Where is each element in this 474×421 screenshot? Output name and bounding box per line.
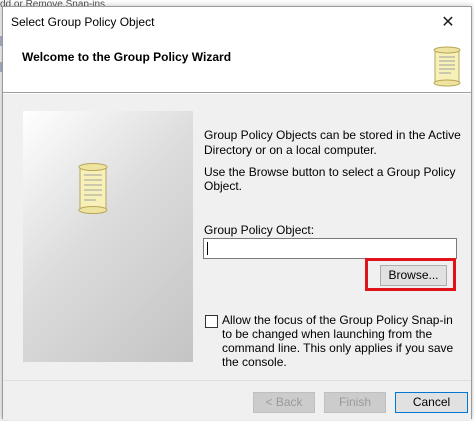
- select-gpo-dialog: Select Group Policy Object ✕ Welcome to …: [2, 6, 472, 420]
- wizard-title: Welcome to the Group Policy Wizard: [22, 50, 232, 64]
- allow-focus-checkbox[interactable]: [205, 315, 218, 328]
- wizard-body: Group Policy Objects can be stored in th…: [3, 94, 471, 380]
- cancel-button[interactable]: Cancel: [395, 392, 468, 413]
- scroll-icon: [433, 46, 461, 87]
- gpo-input[interactable]: [203, 238, 457, 259]
- close-icon[interactable]: ✕: [425, 7, 471, 37]
- scroll-icon: [78, 163, 108, 214]
- window-title: Select Group Policy Object: [11, 15, 155, 29]
- wizard-side-panel: [23, 111, 193, 362]
- finish-button[interactable]: Finish: [324, 392, 386, 413]
- info-text: Group Policy Objects can be stored in th…: [204, 128, 461, 157]
- title-bar: Select Group Policy Object ✕: [3, 7, 471, 37]
- gpo-label: Group Policy Object:: [204, 223, 315, 237]
- browse-hint-text: Use the Browse button to select a Group …: [204, 165, 456, 193]
- wizard-footer: < Back Finish Cancel: [3, 380, 471, 420]
- allow-focus-label: Allow the focus of the Group Policy Snap…: [222, 313, 454, 369]
- browse-button[interactable]: Browse...: [380, 265, 447, 286]
- text-caret: [207, 242, 208, 255]
- wizard-header: Welcome to the Group Policy Wizard: [3, 37, 471, 93]
- back-button[interactable]: < Back: [253, 392, 315, 413]
